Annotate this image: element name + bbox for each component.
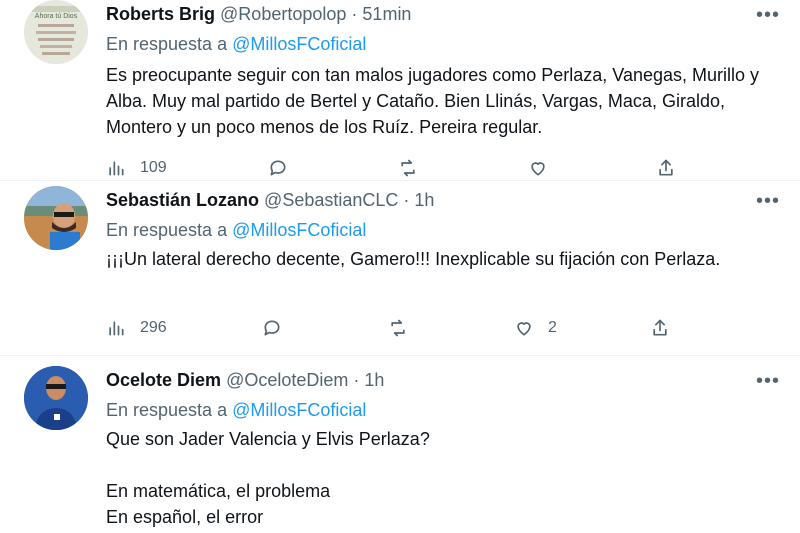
analytics-icon [109,161,124,176]
share-icon [659,159,673,176]
views-count: 296 [140,319,167,336]
share-button[interactable] [650,318,670,338]
more-options-icon[interactable]: ••• [756,190,780,213]
reply-icon [264,320,280,336]
analytics-icon [109,321,124,336]
avatar-image: Ahora tú Dios [24,0,88,64]
like-button[interactable] [528,158,548,178]
tweet-text: Que son Jader Valencia y Elvis Perlaza? … [106,429,430,527]
user-handle[interactable]: @Robertopolop [220,4,346,24]
more-options-icon[interactable]: ••• [756,4,780,27]
tweet-text: Es preocupante seguir con tan malos juga… [106,65,764,137]
reply-icon [270,160,286,176]
views-button[interactable]: 296 [106,318,167,338]
avatar-image [24,366,88,430]
timestamp[interactable]: 1h [364,370,384,390]
heart-icon [517,322,531,336]
user-handle[interactable]: @OceloteDiem [226,370,348,390]
share-icon [653,319,667,336]
reply-mention-link[interactable]: @MillosFCoficial [232,220,366,240]
views-count: 109 [140,159,167,176]
reply-prefix: En respuesta a [106,220,228,240]
timestamp[interactable]: 1h [414,190,434,210]
reply-context: En respuesta a @MillosFCoficial [106,34,366,55]
tweet-header: Sebastián Lozano @SebastianCLC · 1h [106,190,434,211]
reply-context: En respuesta a @MillosFCoficial [106,400,366,421]
display-name[interactable]: Roberts Brig [106,4,215,24]
timestamp[interactable]: 51min [362,4,411,24]
avatar[interactable]: Ahora tú Dios [24,0,88,64]
tweet-header: Roberts Brig @Robertopolop · 51min [106,4,411,25]
views-button[interactable]: 109 [106,158,167,178]
avatar[interactable] [24,186,88,250]
avatar-logo-text: Ahora tú Dios [35,13,78,20]
retweet-icon [401,159,415,177]
display-name[interactable]: Sebastián Lozano [106,190,259,210]
heart-icon [531,162,545,176]
separator-dot: · [353,370,360,390]
tweet-divider [0,180,800,181]
reply-mention-link[interactable]: @MillosFCoficial [232,34,366,54]
retweet-button[interactable] [398,158,418,178]
tweet-actions: 296 2 [106,318,706,342]
reply-context: En respuesta a @MillosFCoficial [106,220,366,241]
likes-count: 2 [548,319,557,336]
user-handle[interactable]: @SebastianCLC [264,190,398,210]
share-button[interactable] [656,158,676,178]
separator-dot: · [351,4,358,24]
avatar-image [24,186,88,250]
reply-button[interactable] [262,318,282,338]
display-name[interactable]: Ocelote Diem [106,370,221,390]
tweet-divider [0,355,800,356]
tweet-text: ¡¡¡Un lateral derecho decente, Gamero!!!… [106,249,721,269]
tweet-actions: 109 [106,158,706,182]
retweet-button[interactable] [388,318,408,338]
avatar[interactable] [24,366,88,430]
reply-prefix: En respuesta a [106,34,228,54]
tweet-header: Ocelote Diem @OceloteDiem · 1h [106,370,384,391]
retweet-icon [391,319,405,337]
separator-dot: · [403,190,410,210]
reply-prefix: En respuesta a [106,400,228,420]
like-button[interactable]: 2 [514,318,557,338]
more-options-icon[interactable]: ••• [756,370,780,393]
reply-mention-link[interactable]: @MillosFCoficial [232,400,366,420]
reply-button[interactable] [268,158,288,178]
